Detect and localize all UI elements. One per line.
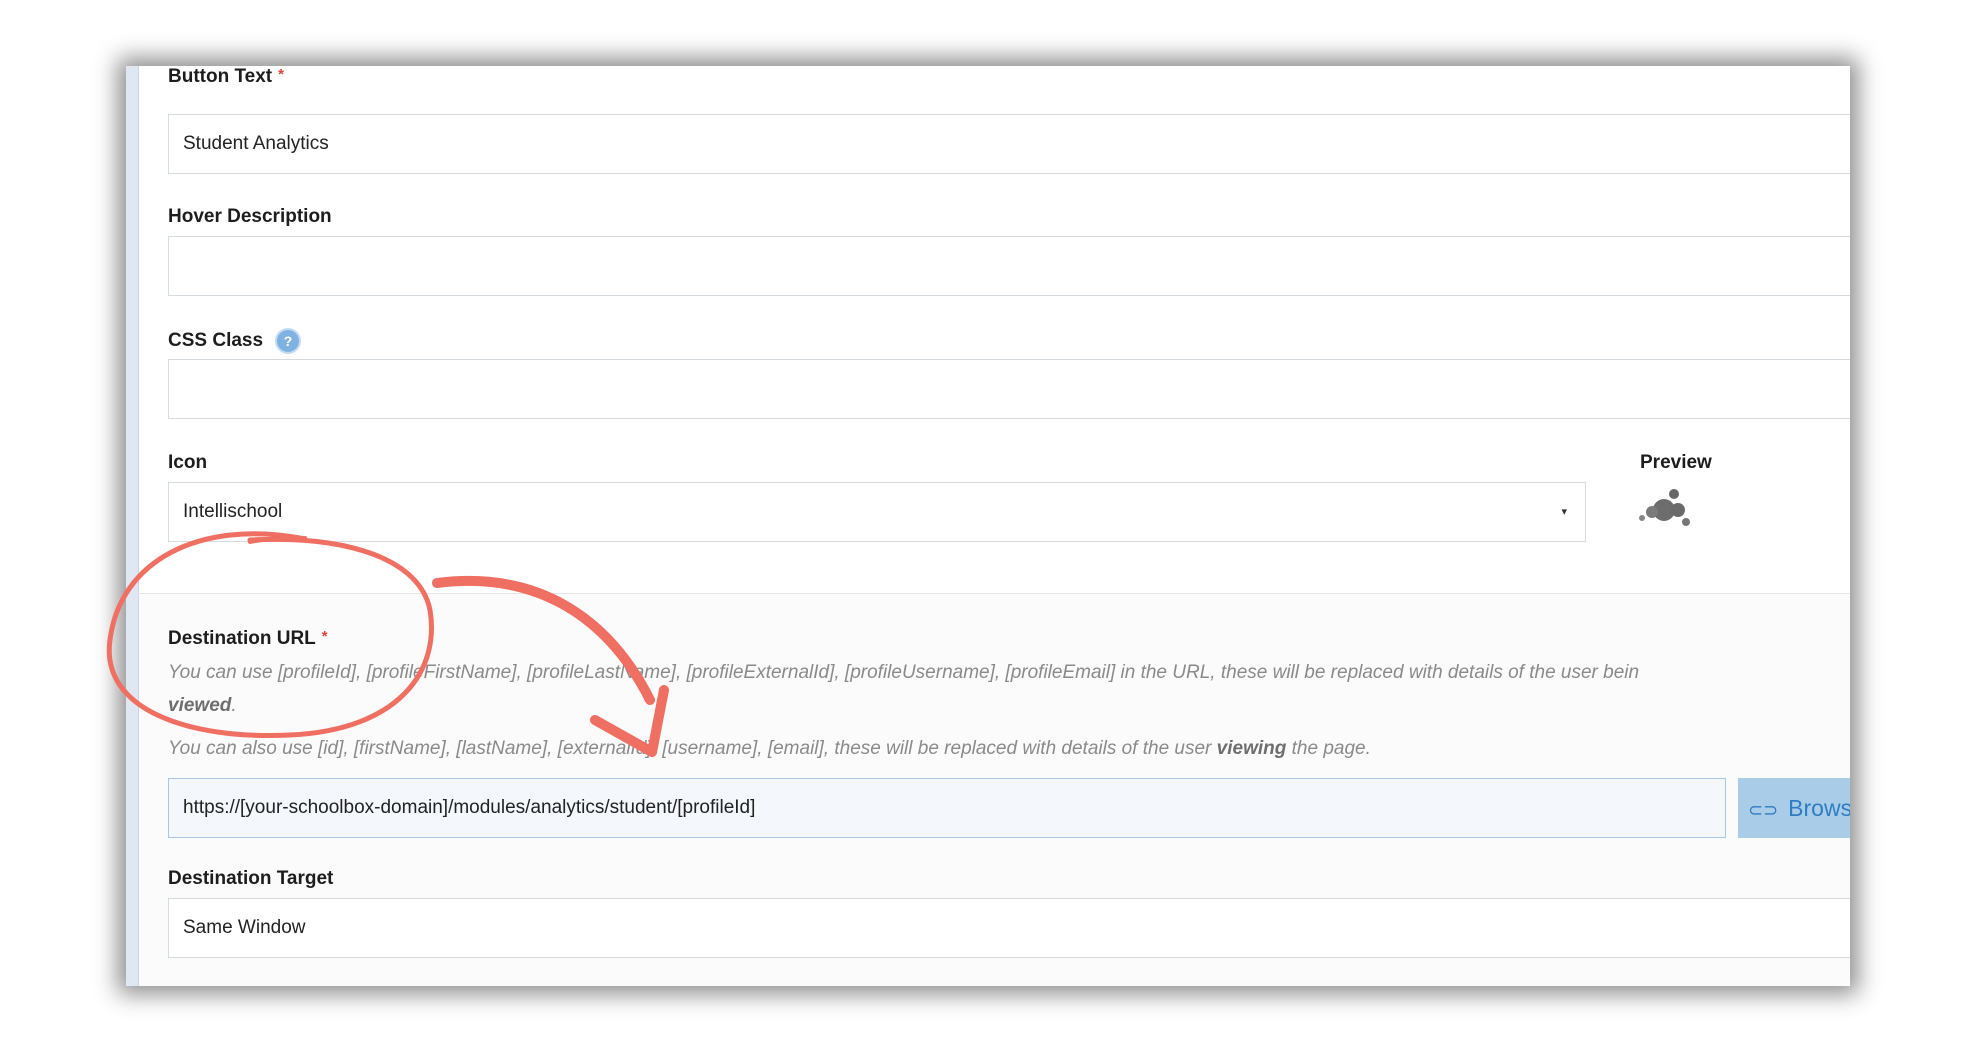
hover-description-label: Hover Description: [168, 206, 332, 227]
css-class-label-text: CSS Class: [168, 330, 264, 352]
destination-url-input[interactable]: https://[your-schoolbox-domain]/modules/…: [168, 778, 1726, 838]
icon-select-value: Intellischool: [183, 501, 283, 522]
icon-select[interactable]: Intellischool ▾: [168, 482, 1586, 542]
button-text-value: Student Analytics: [183, 133, 329, 154]
destination-url-label: Destination URL *: [168, 628, 328, 650]
destination-target-value: Same Window: [183, 917, 306, 938]
button-text-input[interactable]: Student Analytics: [168, 114, 1850, 174]
destination-url-value: https://[your-schoolbox-domain]/modules/…: [183, 797, 756, 818]
browse-button-label: Brows: [1788, 795, 1850, 821]
destination-url-help-line-3: You can also use [id], [firstName], [las…: [168, 738, 1371, 760]
destination-url-label-text: Destination URL: [168, 628, 316, 649]
help-bold-viewed: viewed: [168, 695, 232, 716]
required-mark: *: [278, 66, 284, 83]
help-line-2-end: .: [231, 695, 237, 716]
button-text-label-text: Button Text: [168, 66, 273, 87]
browse-button[interactable]: ⊂⊃ Brows: [1738, 778, 1850, 838]
destination-target-select[interactable]: Same Window: [168, 898, 1850, 958]
button-text-label: Button Text *: [168, 66, 284, 88]
hover-description-input[interactable]: [168, 236, 1850, 296]
icon-label: Icon: [168, 452, 208, 473]
css-class-label: CSS Class?: [168, 328, 302, 354]
form-panel: Button Text * Student Analytics Hover Des…: [126, 66, 1850, 986]
destination-url-help-line-1: You can use [profileId], [profileFirstNa…: [168, 662, 1640, 683]
help-line-3-end: the page.: [1291, 738, 1371, 759]
intellischool-logo-icon: [1639, 489, 1690, 526]
destination-target-label: Destination Target: [168, 868, 334, 889]
link-icon: ⊂⊃: [1748, 800, 1779, 820]
help-icon[interactable]: ?: [275, 328, 302, 354]
left-scroll-edge: [126, 66, 139, 986]
preview-label: Preview: [1640, 452, 1712, 473]
required-mark: *: [321, 628, 328, 645]
css-class-input[interactable]: [168, 359, 1850, 419]
destination-url-help-line-2: viewed.: [168, 695, 237, 717]
help-line-3-start: You can also use [id], [firstName], [las…: [168, 738, 1212, 759]
help-bold-viewing: viewing: [1216, 738, 1287, 759]
chevron-down-icon: ▾: [1561, 506, 1567, 518]
